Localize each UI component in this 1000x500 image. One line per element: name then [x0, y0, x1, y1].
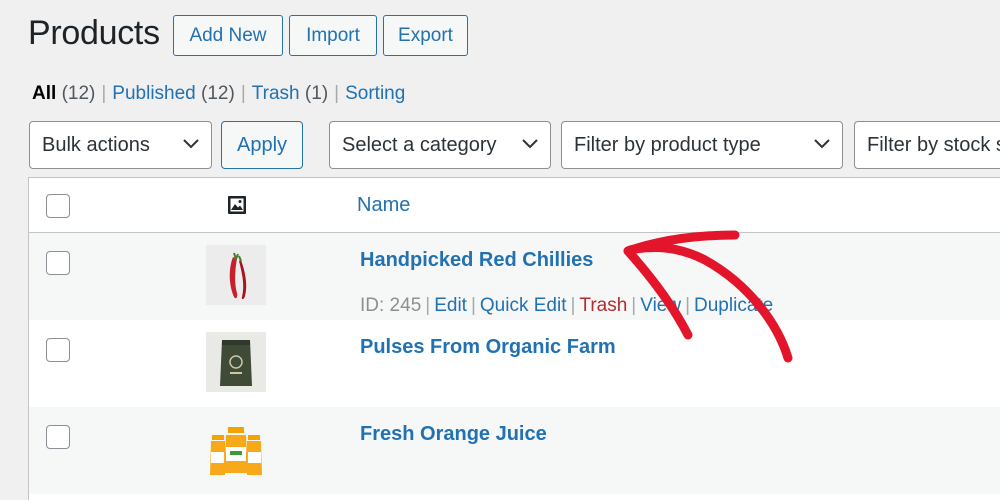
view-link[interactable]: View — [640, 295, 681, 316]
chevron-down-icon — [814, 139, 830, 149]
edit-link[interactable]: Edit — [434, 295, 467, 316]
separator: | — [240, 83, 246, 104]
quick-edit-link[interactable]: Quick Edit — [480, 295, 567, 316]
separator: | — [570, 295, 576, 316]
stock-status-value: Filter by stock status — [867, 134, 1000, 156]
bulk-actions-select[interactable]: Bulk actions — [29, 121, 212, 169]
import-button[interactable]: Import — [289, 15, 377, 56]
product-name-link[interactable]: Fresh Orange Juice — [360, 423, 547, 446]
row-checkbox[interactable] — [46, 251, 70, 275]
product-thumbnail-pulses[interactable] — [206, 332, 266, 392]
product-name-link[interactable]: Pulses From Organic Farm — [360, 336, 616, 359]
trash-link[interactable]: Trash — [579, 295, 627, 316]
orange-juice-bottles-image — [210, 427, 262, 475]
separator: | — [425, 295, 431, 316]
category-value: Select a category — [342, 134, 497, 156]
status-filter-links: All (12) | Published (12) | Trash (1) | Sortin… — [32, 83, 405, 105]
filter-published[interactable]: Published — [112, 83, 195, 104]
chilli-image — [206, 245, 266, 305]
category-select[interactable]: Select a category — [329, 121, 551, 169]
chevron-down-icon — [522, 139, 538, 149]
add-new-button[interactable]: Add New — [173, 15, 283, 56]
filter-all[interactable]: All — [32, 83, 56, 104]
product-type-select[interactable]: Filter by product type — [561, 121, 843, 169]
row-actions: ID: 245 | Edit | Quick Edit | Trash | View | Dupli… — [360, 295, 773, 317]
separator: | — [334, 83, 340, 104]
separator: | — [631, 295, 637, 316]
separator: | — [101, 83, 107, 104]
product-type-value: Filter by product type — [574, 134, 761, 156]
product-thumbnail-orange-juice[interactable] — [206, 421, 266, 481]
filter-trash[interactable]: Trash — [252, 83, 300, 104]
bulk-actions-value: Bulk actions — [42, 134, 150, 156]
filter-published-count: (12) — [201, 83, 235, 104]
table-header: Name — [29, 178, 1000, 233]
table-row: Handpicked Red Chillies ID: 245 | Edit | Qui… — [29, 233, 1000, 320]
table-row: Pulses From Organic Farm — [29, 320, 1000, 407]
apply-button[interactable]: Apply — [221, 121, 303, 169]
select-all-checkbox[interactable] — [46, 194, 70, 218]
product-thumbnail-chillies[interactable] — [206, 245, 266, 305]
products-page: Products Add New Import Export All (12) |… — [0, 0, 1000, 500]
separator: | — [685, 295, 691, 316]
filter-trash-count: (1) — [304, 83, 329, 104]
stock-status-select[interactable]: Filter by stock status — [854, 121, 1000, 169]
product-name-link[interactable]: Handpicked Red Chillies — [360, 249, 593, 272]
name-column-header[interactable]: Name — [357, 194, 410, 217]
row-checkbox[interactable] — [46, 425, 70, 449]
table-row: Fresh Orange Juice — [29, 407, 1000, 494]
filter-sorting[interactable]: Sorting — [345, 83, 405, 104]
product-id: ID: 245 — [360, 295, 422, 316]
chevron-down-icon — [183, 139, 199, 149]
export-button[interactable]: Export — [383, 15, 468, 56]
image-icon — [228, 196, 246, 214]
page-title: Products — [28, 14, 160, 52]
duplicate-link[interactable]: Duplicate — [694, 295, 773, 316]
filter-all-count: (12) — [61, 83, 96, 104]
products-table: Name Handpicked Red Chillies ID: 245 | Edi… — [28, 177, 1000, 500]
separator: | — [470, 295, 476, 316]
pulses-bag-image — [206, 332, 266, 392]
row-checkbox[interactable] — [46, 338, 70, 362]
